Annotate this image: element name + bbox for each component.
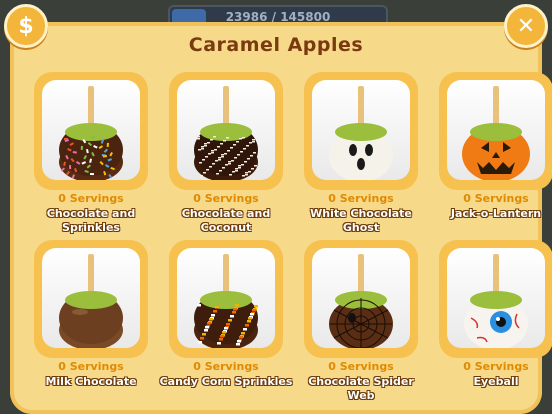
apple-card[interactable]: 0 Servings Chocolate and Sprinkles	[34, 72, 148, 234]
apple-card-frame[interactable]	[169, 240, 283, 358]
apple-image	[42, 80, 140, 180]
apple-image	[447, 80, 545, 180]
coin-icon[interactable]: $	[4, 4, 48, 48]
apple-image	[312, 248, 410, 348]
apple-card-frame[interactable]	[169, 72, 283, 190]
apple-name: Chocolate and Sprinkles	[46, 207, 136, 234]
apple-servings: 0 Servings	[193, 360, 259, 373]
apple-card-frame[interactable]	[439, 240, 552, 358]
apple-name: White Chocolate Ghost	[310, 207, 412, 234]
apple-grid: 0 Servings Chocolate and Sprinkles 0 Ser…	[20, 64, 552, 404]
apple-servings: 0 Servings	[463, 192, 529, 205]
apple-servings: 0 Servings	[328, 192, 394, 205]
apple-servings: 0 Servings	[58, 192, 124, 205]
apple-card[interactable]: 0 Servings Chocolate Spider Web	[304, 240, 418, 402]
apple-image	[447, 248, 545, 348]
apple-image	[42, 248, 140, 348]
apple-name: Eyeball	[473, 375, 519, 388]
apple-card[interactable]: 0 Servings White Chocolate Ghost	[304, 72, 418, 234]
apple-card[interactable]: 0 Servings Milk Chocolate	[34, 240, 148, 400]
apple-name: Candy Corn Sprinkles	[159, 375, 293, 388]
apple-card[interactable]: 0 Servings Jack-o-Lantern	[439, 72, 552, 232]
apple-card-frame[interactable]	[439, 72, 552, 190]
apple-card[interactable]: 0 Servings Chocolate and Coconut	[169, 72, 283, 234]
apple-card-frame[interactable]	[34, 240, 148, 358]
apple-servings: 0 Servings	[328, 360, 394, 373]
apple-name: Chocolate and Coconut	[181, 207, 271, 234]
apple-card-frame[interactable]	[304, 240, 418, 358]
caramel-apples-panel: Caramel Apples 0 Servings Chocolate and …	[10, 22, 552, 414]
apple-image	[312, 80, 410, 180]
apple-name: Jack-o-Lantern	[450, 207, 542, 220]
apple-card[interactable]: 0 Servings Candy Corn Sprinkles	[160, 240, 292, 400]
apple-servings: 0 Servings	[193, 192, 259, 205]
apple-image	[177, 80, 275, 180]
apple-servings: 0 Servings	[463, 360, 529, 373]
panel-title: Caramel Apples	[188, 34, 364, 56]
close-icon[interactable]: ✕	[504, 4, 548, 48]
apple-image	[177, 248, 275, 348]
apple-card-frame[interactable]	[304, 72, 418, 190]
apple-name: Milk Chocolate	[45, 375, 137, 388]
apple-card-frame[interactable]	[34, 72, 148, 190]
apple-name: Chocolate Spider Web	[308, 375, 414, 402]
apple-card[interactable]: 0 Servings Eyeball	[439, 240, 552, 400]
apple-servings: 0 Servings	[58, 360, 124, 373]
